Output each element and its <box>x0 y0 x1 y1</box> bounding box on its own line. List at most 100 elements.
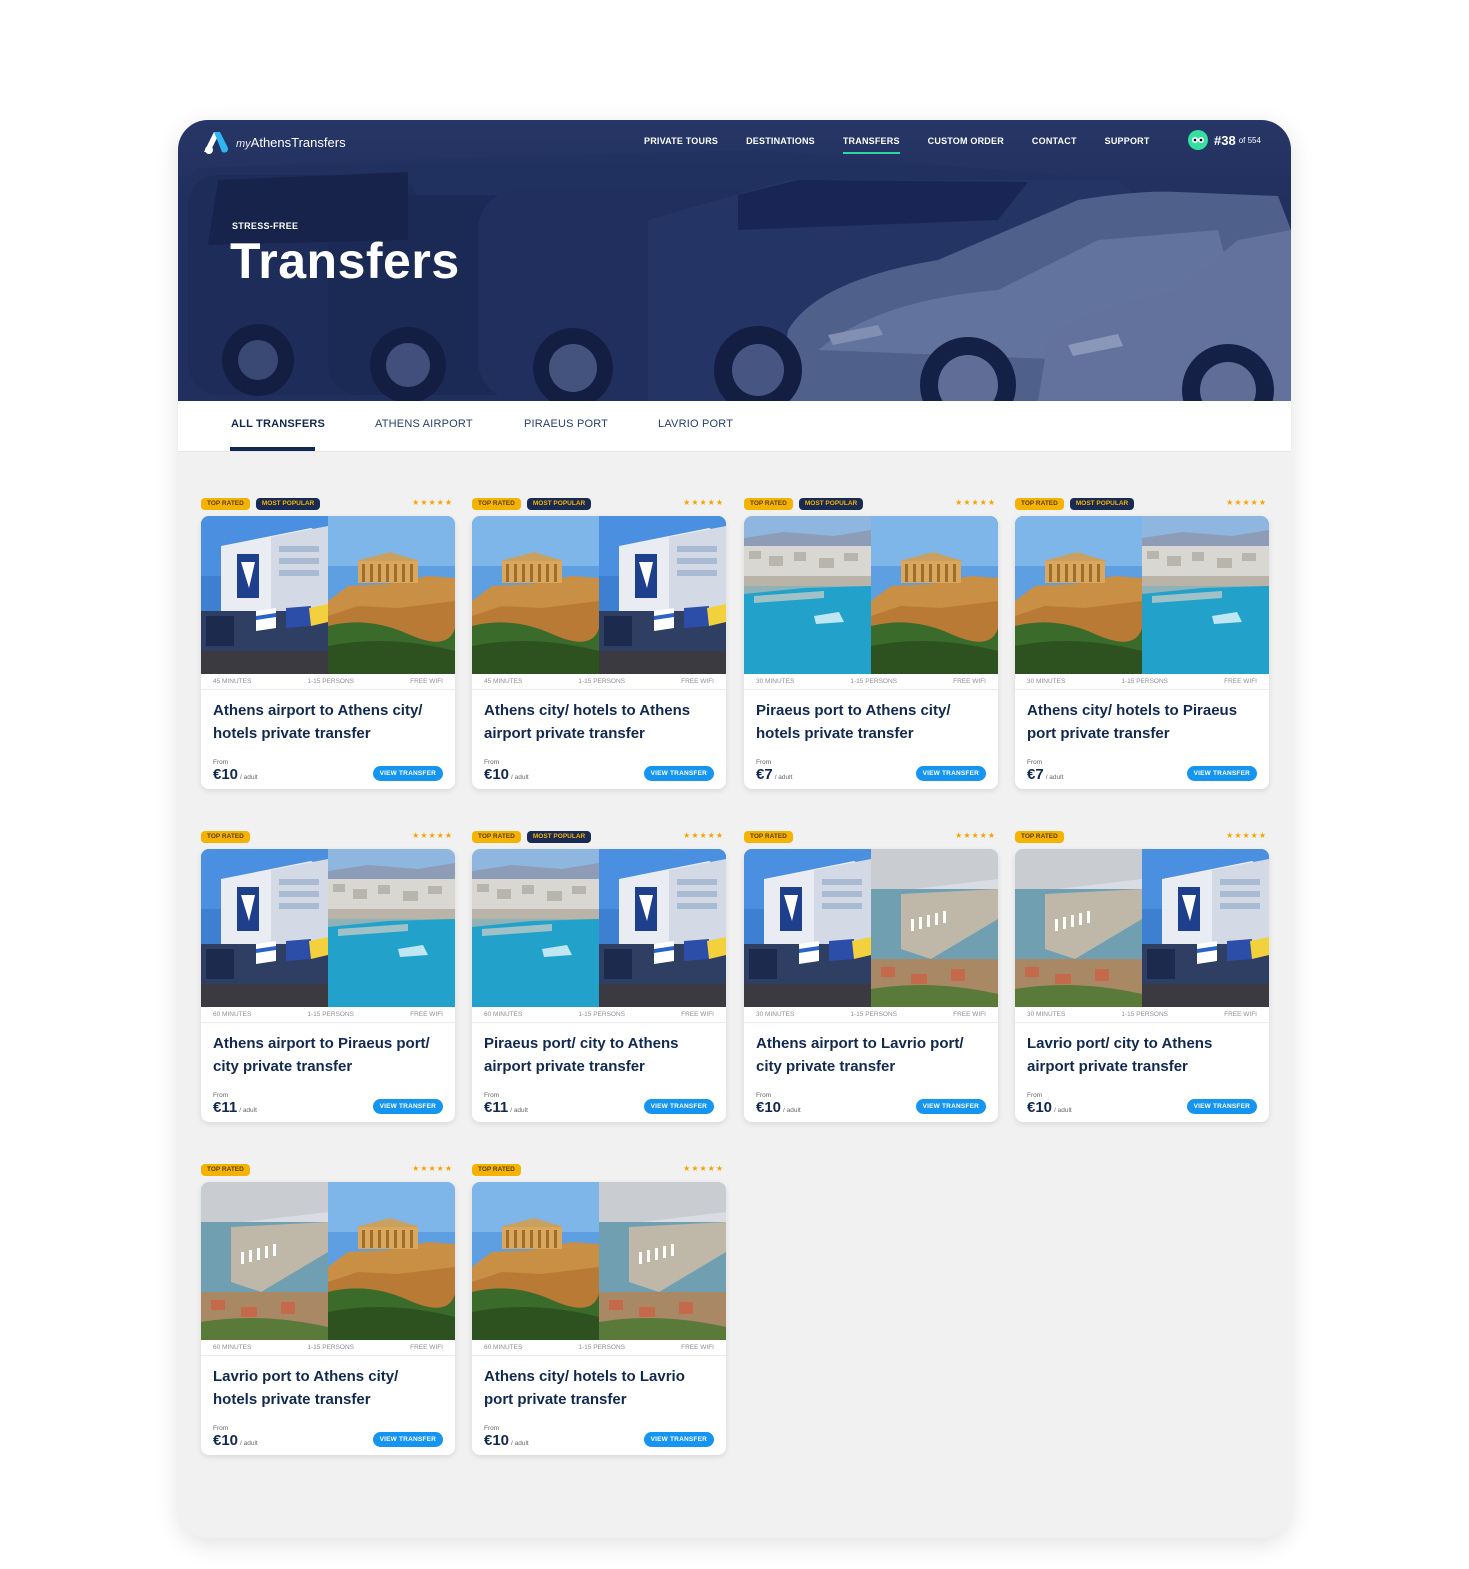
acropolis-photo <box>871 516 998 674</box>
card-title[interactable]: Athens airport to Lavrio port/ city priv… <box>756 1032 988 1078</box>
top-rated-badge: TOP RATED <box>472 498 521 510</box>
transfer-card[interactable]: TOP RATED ★★★★★ 60 MINUTES 1-15 PERSONS … <box>201 1164 455 1456</box>
price-value: €10 <box>484 1432 510 1449</box>
tripadvisor-owl-icon <box>1188 130 1208 150</box>
transfer-card[interactable]: TOP RATED ★★★★★ <box>1015 831 1269 1123</box>
view-transfer-button[interactable]: VIEW TRANSFER <box>1186 766 1257 781</box>
card-body[interactable]: 30 MINUTES 1-15 PERSONS FREE WIFI Piraeu… <box>744 516 998 789</box>
airport-photo <box>201 516 328 674</box>
rating-stars: ★★★★★ <box>683 498 724 507</box>
lavrio-photo <box>599 1182 726 1340</box>
acropolis-photo <box>472 1182 599 1340</box>
card-image[interactable] <box>1015 849 1269 1007</box>
nav-transfers[interactable]: TRANSFERS <box>842 136 900 154</box>
card-image[interactable] <box>472 516 726 674</box>
card-body[interactable]: 45 MINUTES 1-15 PERSONS FREE WIFI Athens… <box>472 516 726 789</box>
card-image[interactable] <box>201 849 455 1007</box>
card-body[interactable]: 60 MINUTES 1-15 PERSONS FREE WIFI Athens… <box>472 1182 726 1455</box>
card-title[interactable]: Athens city/ hotels to Piraeus port priv… <box>1027 699 1259 745</box>
price-value: €10 <box>1027 1099 1053 1116</box>
persons: 1-15 PERSONS <box>307 1344 355 1351</box>
top-rated-badge: TOP RATED <box>744 498 793 510</box>
nav-destinations[interactable]: DESTINATIONS <box>746 136 815 154</box>
nav-custom-order[interactable]: CUSTOM ORDER <box>928 136 1004 154</box>
acropolis-photo <box>1015 516 1142 674</box>
card-title[interactable]: Lavrio port to Athens city/ hotels priva… <box>213 1365 445 1411</box>
transfer-card[interactable]: TOP RATED MOST POPULAR ★★★★★ <box>1015 498 1269 790</box>
card-body[interactable]: 60 MINUTES 1-15 PERSONS FREE WIFI Athens… <box>201 849 455 1122</box>
top-rated-badge: TOP RATED <box>744 831 793 843</box>
view-transfer-button[interactable]: VIEW TRANSFER <box>372 1099 443 1114</box>
card-meta: 45 MINUTES 1-15 PERSONS FREE WIFI <box>472 674 726 690</box>
lavrio-photo <box>871 849 998 1007</box>
brand-logo[interactable]: myAthensTransfers <box>200 128 346 156</box>
nav-private-tours[interactable]: PRIVATE TOURS <box>644 136 718 154</box>
card-title[interactable]: Athens airport to Piraeus port/ city pri… <box>213 1032 445 1078</box>
card-meta: 30 MINUTES 1-15 PERSONS FREE WIFI <box>744 674 998 690</box>
card-image[interactable] <box>472 849 726 1007</box>
most-popular-badge: MOST POPULAR <box>798 498 864 510</box>
nav-contact[interactable]: CONTACT <box>1032 136 1077 154</box>
card-body[interactable]: 60 MINUTES 1-15 PERSONS FREE WIFI Lavrio… <box>201 1182 455 1455</box>
duration: 30 MINUTES <box>1027 678 1066 685</box>
card-image[interactable] <box>201 516 455 674</box>
view-transfer-button[interactable]: VIEW TRANSFER <box>1186 1099 1257 1114</box>
card-body[interactable]: 30 MINUTES 1-15 PERSONS FREE WIFI Athens… <box>744 849 998 1122</box>
filter-tabs: ALL TRANSFERS ATHENS AIRPORT PIRAEUS POR… <box>178 401 1291 452</box>
tab-all-transfers[interactable]: ALL TRANSFERS <box>231 418 325 430</box>
card-image[interactable] <box>744 849 998 1007</box>
view-transfer-button[interactable]: VIEW TRANSFER <box>372 766 443 781</box>
price-unit: / adult <box>774 774 793 781</box>
card-title[interactable]: Athens airport to Athens city/ hotels pr… <box>213 699 445 745</box>
card-body[interactable]: 30 MINUTES 1-15 PERSONS FREE WIFI Athens… <box>1015 516 1269 789</box>
duration: 60 MINUTES <box>213 1011 252 1018</box>
price: €10/ adult <box>484 1432 529 1449</box>
rating-stars: ★★★★★ <box>1226 498 1267 507</box>
airport-photo <box>201 849 328 1007</box>
card-title[interactable]: Piraeus port/ city to Athens airport pri… <box>484 1032 716 1078</box>
duration: 45 MINUTES <box>484 678 523 685</box>
price-value: €10 <box>484 766 510 783</box>
view-transfer-button[interactable]: VIEW TRANSFER <box>643 1432 714 1447</box>
top-rated-badge: TOP RATED <box>472 831 521 843</box>
transfer-card[interactable]: TOP RATED MOST POPULAR ★★★★★ <box>201 498 455 790</box>
wifi: FREE WIFI <box>410 678 443 685</box>
wifi: FREE WIFI <box>681 1344 714 1351</box>
tripadvisor-rank[interactable]: #38 of 554 <box>1188 130 1261 150</box>
tab-athens-airport[interactable]: ATHENS AIRPORT <box>375 418 473 430</box>
card-title[interactable]: Piraeus port to Athens city/ hotels priv… <box>756 699 988 745</box>
transfer-card[interactable]: TOP RATED MOST POPULAR ★★★★★ <box>744 498 998 790</box>
tab-piraeus-port[interactable]: PIRAEUS PORT <box>524 418 608 430</box>
transfer-card[interactable]: TOP RATED MOST POPULAR ★★★★★ <box>472 498 726 790</box>
card-image[interactable] <box>472 1182 726 1340</box>
card-title[interactable]: Lavrio port/ city to Athens airport priv… <box>1027 1032 1259 1078</box>
card-image[interactable] <box>744 516 998 674</box>
duration: 60 MINUTES <box>213 1344 252 1351</box>
view-transfer-button[interactable]: VIEW TRANSFER <box>915 766 986 781</box>
transfer-card[interactable]: TOP RATED ★★★★★ <box>744 831 998 1123</box>
card-title[interactable]: Athens city/ hotels to Lavrio port priva… <box>484 1365 716 1411</box>
most-popular-badge: MOST POPULAR <box>526 831 592 843</box>
transfer-card[interactable]: TOP RATED ★★★★★ 60 MINUTES 1-15 PERSONS … <box>472 1164 726 1456</box>
card-title[interactable]: Athens city/ hotels to Athens airport pr… <box>484 699 716 745</box>
card-image[interactable] <box>201 1182 455 1340</box>
view-transfer-button[interactable]: VIEW TRANSFER <box>915 1099 986 1114</box>
view-transfer-button[interactable]: VIEW TRANSFER <box>372 1432 443 1447</box>
nav-support[interactable]: SUPPORT <box>1105 136 1150 154</box>
price-unit: / adult <box>239 1107 257 1114</box>
price: €7/ adult <box>1027 766 1063 783</box>
card-image[interactable] <box>1015 516 1269 674</box>
card-body[interactable]: 30 MINUTES 1-15 PERSONS FREE WIFI Lavrio… <box>1015 849 1269 1122</box>
view-transfer-button[interactable]: VIEW TRANSFER <box>643 1099 714 1114</box>
transfer-card[interactable]: TOP RATED ★★★★★ <box>201 831 455 1123</box>
card-body[interactable]: 45 MINUTES 1-15 PERSONS FREE WIFI Athens… <box>201 516 455 789</box>
acropolis-photo <box>472 516 599 674</box>
tab-lavrio-port[interactable]: LAVRIO PORT <box>658 418 733 430</box>
transfer-card[interactable]: TOP RATED MOST POPULAR ★★★★★ <box>472 831 726 1123</box>
card-body[interactable]: 60 MINUTES 1-15 PERSONS FREE WIFI Piraeu… <box>472 849 726 1122</box>
view-transfer-button[interactable]: VIEW TRANSFER <box>643 766 714 781</box>
price: €7/ adult <box>756 766 792 783</box>
top-rated-badge: TOP RATED <box>201 831 250 843</box>
acropolis-photo <box>328 1182 455 1340</box>
most-popular-badge: MOST POPULAR <box>526 498 592 510</box>
